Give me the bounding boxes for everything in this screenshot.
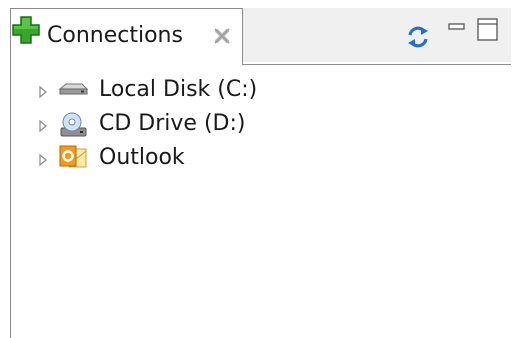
minimize-icon[interactable]: [448, 18, 466, 30]
connections-panel: Connections Local Disk (C:) CD Drive (D:…: [10, 8, 511, 338]
add-plus-icon: [11, 15, 41, 45]
tree-item-label: CD Drive (D:): [99, 111, 246, 136]
maximize-icon[interactable]: [477, 18, 499, 42]
tree-item-label: Outlook: [99, 145, 185, 170]
view-toolbar: [391, 8, 511, 62]
expand-arrow-icon[interactable]: [38, 84, 48, 99]
tree-item-outlook[interactable]: Outlook: [11, 141, 411, 175]
hard-disk-icon: [58, 75, 89, 105]
cd-drive-icon: [58, 109, 88, 139]
outlook-icon: [58, 143, 88, 173]
tree-item-cd-drive[interactable]: CD Drive (D:): [11, 107, 411, 141]
expand-arrow-icon[interactable]: [38, 118, 48, 133]
tree-item-label: Local Disk (C:): [99, 77, 258, 102]
connections-tree: Local Disk (C:) CD Drive (D:) Outlook: [10, 64, 511, 338]
refresh-icon[interactable]: [406, 26, 430, 48]
tree-item-local-disk[interactable]: Local Disk (C:): [11, 73, 411, 107]
tab-connections[interactable]: Connections: [10, 8, 243, 65]
panel-tab-bar: Connections: [10, 8, 511, 65]
expand-arrow-icon[interactable]: [38, 152, 48, 167]
close-icon[interactable]: [213, 27, 231, 45]
tab-title: Connections: [47, 23, 183, 48]
